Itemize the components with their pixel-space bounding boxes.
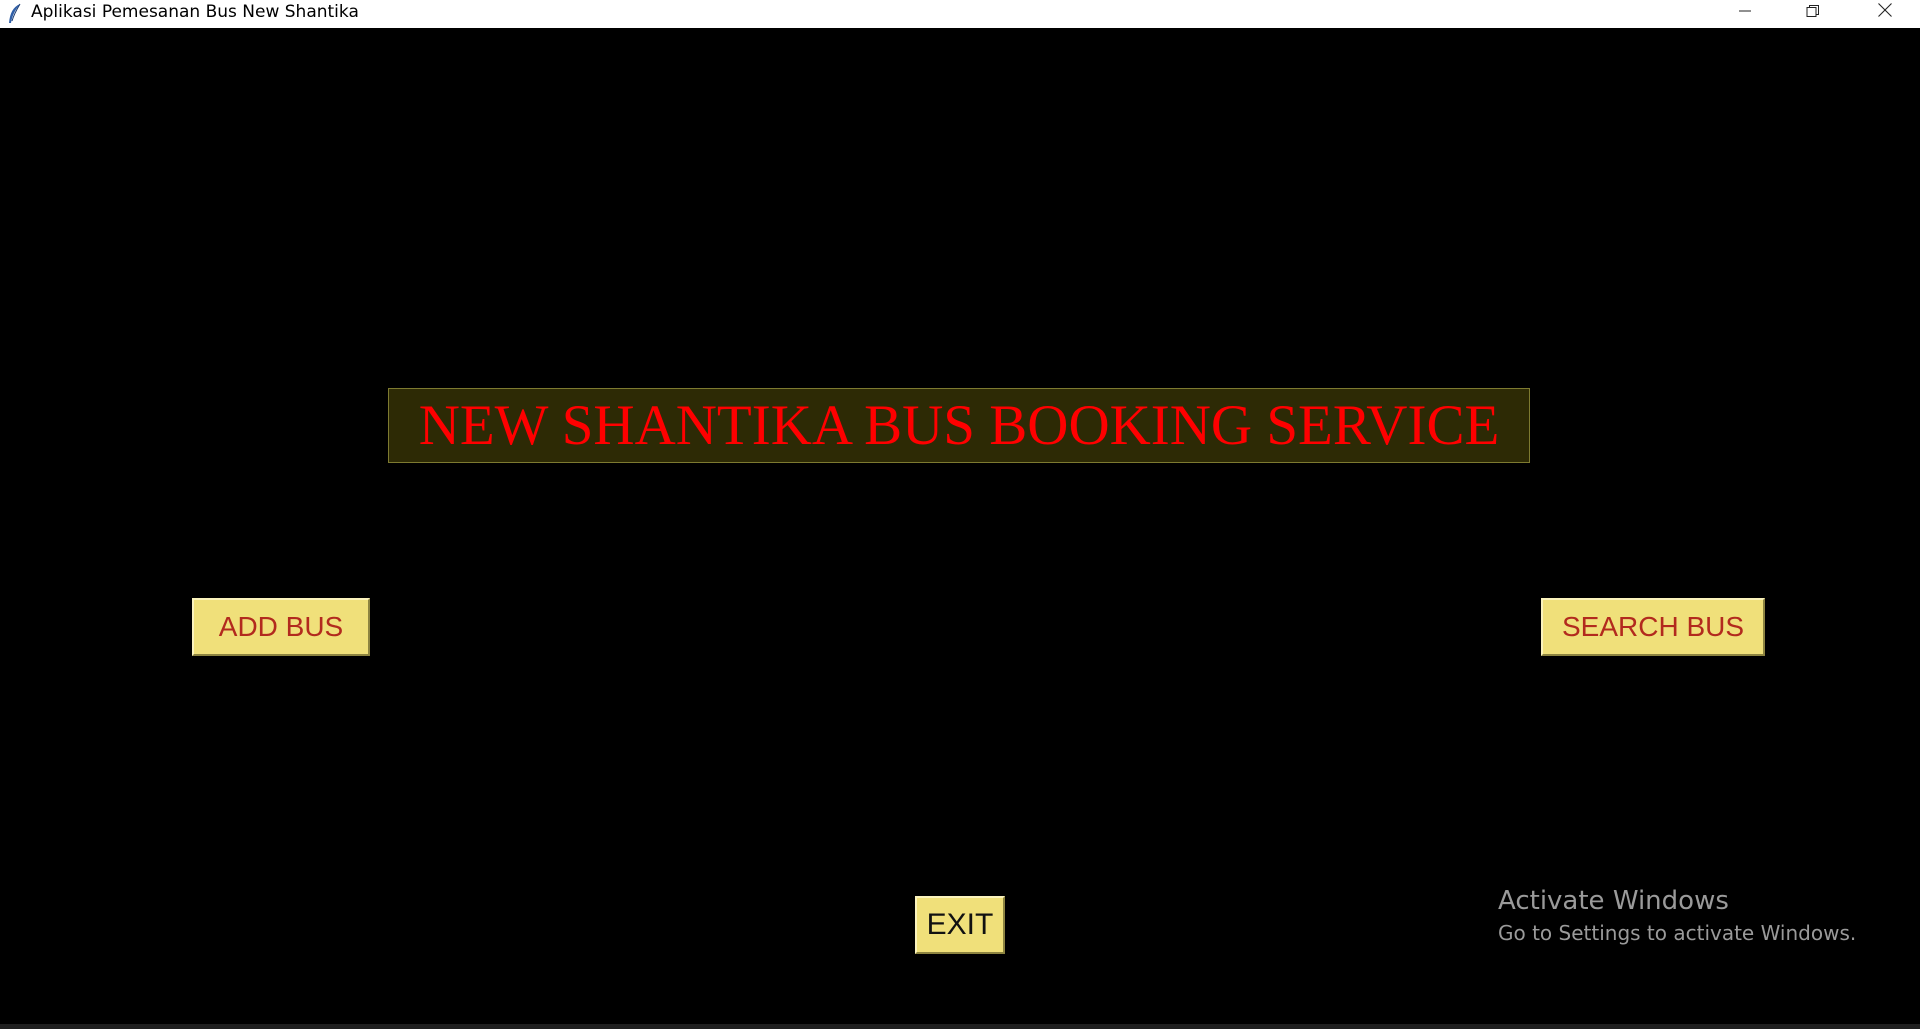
close-icon — [1877, 2, 1893, 22]
main-area: NEW SHANTIKA BUS BOOKING SERVICE ADD BUS… — [0, 28, 1920, 1024]
activation-watermark: Activate Windows Go to Settings to activ… — [1498, 884, 1856, 948]
minimize-icon — [1738, 3, 1752, 22]
window-title: Aplikasi Pemesanan Bus New Shantika — [31, 2, 359, 22]
taskbar-edge — [0, 1024, 1920, 1029]
title-banner: NEW SHANTIKA BUS BOOKING SERVICE — [388, 388, 1530, 463]
add-bus-button[interactable]: ADD BUS — [192, 598, 370, 656]
app-window: Aplikasi Pemesanan Bus New Shantika NEW … — [0, 0, 1920, 1029]
restore-icon — [1806, 3, 1820, 22]
exit-button[interactable]: EXIT — [915, 896, 1005, 954]
minimize-button[interactable] — [1710, 0, 1780, 24]
restore-button[interactable] — [1778, 0, 1848, 24]
watermark-subtitle: Go to Settings to activate Windows. — [1498, 921, 1857, 945]
close-button[interactable] — [1850, 0, 1920, 24]
feather-icon — [7, 3, 23, 25]
banner-title: NEW SHANTIKA BUS BOOKING SERVICE — [418, 394, 1500, 457]
search-bus-button[interactable]: SEARCH BUS — [1541, 598, 1765, 656]
watermark-title: Activate Windows — [1498, 886, 1729, 916]
title-bar: Aplikasi Pemesanan Bus New Shantika — [0, 0, 1920, 28]
